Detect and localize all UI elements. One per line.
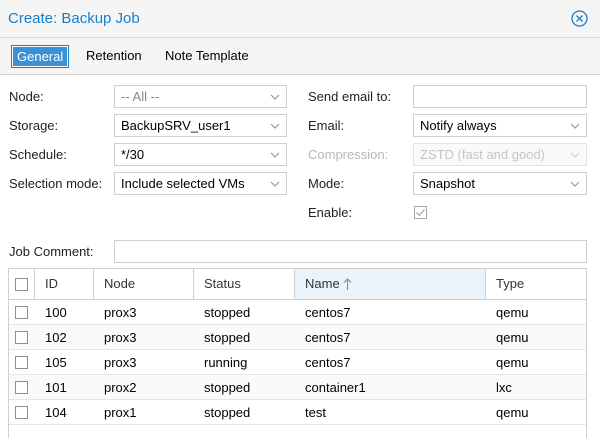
cell-id: 104 [45, 405, 67, 420]
cell-type: lxc [496, 380, 512, 395]
selection-mode-label: Selection mode: [9, 176, 103, 191]
job-comment-label: Job Comment: [9, 244, 94, 259]
row-checkbox[interactable] [15, 331, 28, 344]
grid-header: ID Node Status Name Type [9, 269, 586, 300]
cell-status: stopped [204, 380, 251, 395]
cell-type: qemu [496, 305, 529, 320]
row-checkbox[interactable] [15, 406, 28, 419]
select-all-checkbox[interactable] [15, 278, 28, 291]
selection-mode-value: Include selected VMs [121, 176, 245, 191]
table-row[interactable]: 100 prox3 stopped centos7 qemu [9, 300, 586, 325]
column-header-type[interactable]: Type [486, 269, 586, 299]
cell-id: 101 [45, 380, 67, 395]
cell-type: qemu [496, 355, 529, 370]
chevron-down-icon [570, 181, 580, 187]
compression-select: ZSTD (fast and good) [413, 143, 587, 166]
node-value: -- All -- [121, 89, 160, 104]
schedule-select[interactable]: */30 [114, 143, 287, 166]
cell-status: stopped [204, 330, 251, 345]
tab-retention[interactable]: Retention [81, 45, 147, 68]
row-checkbox[interactable] [15, 381, 28, 394]
job-comment-input[interactable] [114, 240, 587, 263]
cell-name: container1 [305, 380, 366, 395]
chevron-down-icon [270, 152, 280, 158]
chevron-down-icon [270, 181, 280, 187]
row-checkbox[interactable] [15, 306, 28, 319]
cell-name: test [305, 405, 326, 420]
select-all-header[interactable] [9, 269, 35, 299]
table-row[interactable]: 104 prox1 stopped test qemu [9, 400, 586, 425]
tab-bar: General Retention Note Template [0, 38, 600, 75]
tab-general[interactable]: General [11, 45, 70, 68]
cell-status: running [204, 355, 248, 370]
mode-value: Snapshot [420, 176, 475, 191]
storage-value: BackupSRV_user1 [121, 118, 231, 133]
node-select[interactable]: -- All -- [114, 85, 287, 108]
storage-select[interactable]: BackupSRV_user1 [114, 114, 287, 137]
selection-mode-select[interactable]: Include selected VMs [114, 172, 287, 195]
cell-status: stopped [204, 405, 251, 420]
email-label: Email: [308, 118, 345, 133]
schedule-label: Schedule: [9, 147, 67, 162]
compression-label: Compression: [308, 147, 389, 162]
compression-value: ZSTD (fast and good) [420, 147, 545, 162]
email-select[interactable]: Notify always [413, 114, 587, 137]
cell-name: centos7 [305, 355, 351, 370]
cell-id: 105 [45, 355, 67, 370]
enable-checkbox[interactable] [414, 206, 427, 219]
table-row[interactable]: 105 prox3 running centos7 qemu [9, 350, 586, 375]
cell-node: prox2 [104, 380, 137, 395]
storage-label: Storage: [9, 118, 59, 133]
send-email-label: Send email to: [308, 89, 392, 104]
row-checkbox[interactable] [15, 356, 28, 369]
mode-label: Mode: [308, 176, 345, 191]
cell-name: centos7 [305, 305, 351, 320]
dialog-header: Create: Backup Job [0, 0, 600, 38]
mode-select[interactable]: Snapshot [413, 172, 587, 195]
dialog-title: Create: Backup Job [8, 10, 140, 27]
column-header-name-label: Name [305, 276, 340, 291]
cell-id: 100 [45, 305, 67, 320]
tab-note-template[interactable]: Note Template [160, 45, 254, 68]
cell-id: 102 [45, 330, 67, 345]
email-value: Notify always [420, 118, 497, 133]
cell-node: prox3 [104, 330, 137, 345]
node-label: Node: [9, 89, 44, 104]
close-icon[interactable] [571, 10, 588, 27]
schedule-value: */30 [121, 147, 145, 162]
column-header-node[interactable]: Node [94, 269, 194, 299]
chevron-down-icon [270, 123, 280, 129]
cell-status: stopped [204, 305, 251, 320]
column-header-id[interactable]: ID [35, 269, 94, 299]
cell-node: prox3 [104, 355, 137, 370]
table-row[interactable]: 101 prox2 stopped container1 lxc [9, 375, 586, 400]
table-row[interactable]: 102 prox3 stopped centos7 qemu [9, 325, 586, 350]
column-header-status[interactable]: Status [194, 269, 295, 299]
chevron-down-icon [270, 94, 280, 100]
cell-node: prox1 [104, 405, 137, 420]
cell-type: qemu [496, 405, 529, 420]
chevron-down-icon [570, 123, 580, 129]
vm-selection-grid: ID Node Status Name Type 100 prox3 stopp… [8, 268, 587, 438]
enable-label: Enable: [308, 205, 353, 220]
cell-type: qemu [496, 330, 529, 345]
chevron-down-icon [570, 152, 580, 158]
cell-node: prox3 [104, 305, 137, 320]
arrow-up-icon [343, 278, 352, 290]
send-email-input[interactable] [413, 85, 587, 108]
cell-name: centos7 [305, 330, 351, 345]
column-header-name[interactable]: Name [295, 269, 486, 299]
